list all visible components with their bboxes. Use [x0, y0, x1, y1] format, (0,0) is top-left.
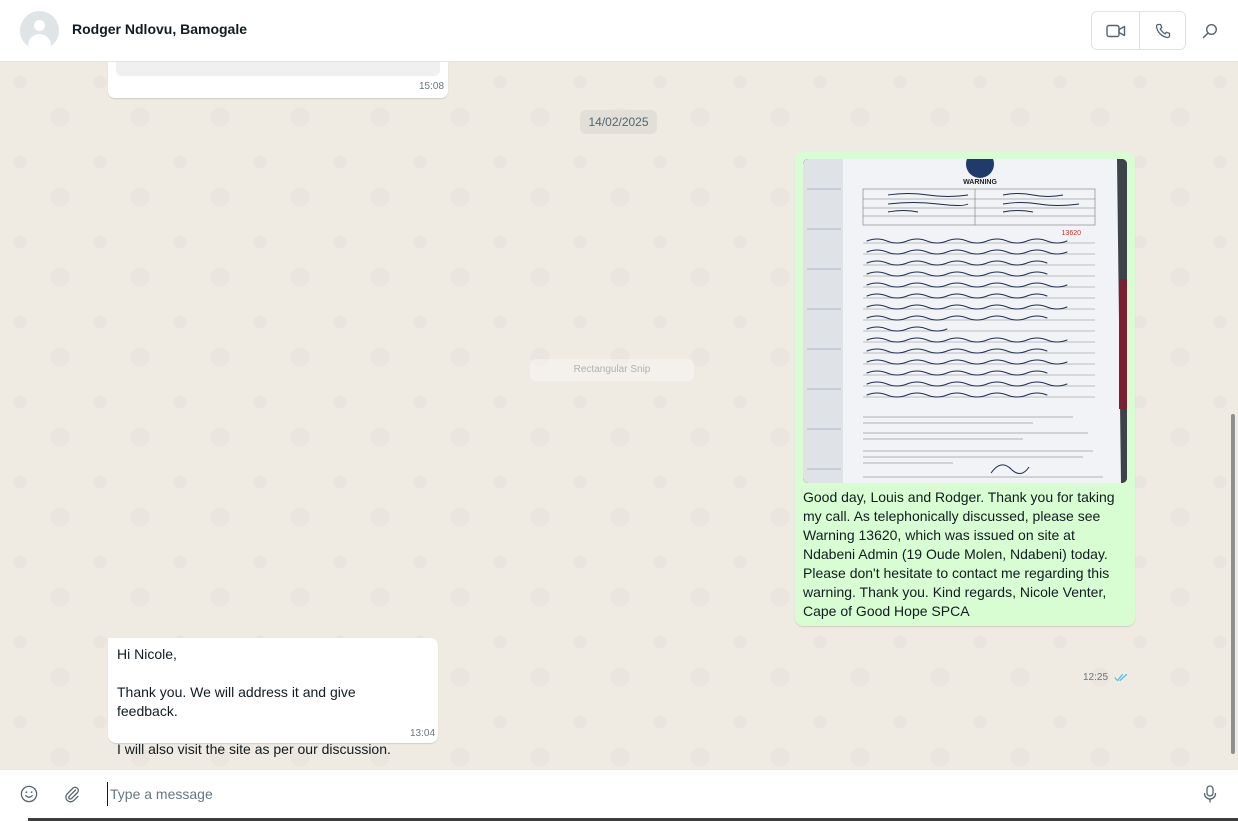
warning-number: 13620: [1062, 230, 1082, 237]
video-call-button[interactable]: [1092, 12, 1139, 49]
chat-title[interactable]: Rodger Ndlovu, Bamogale: [72, 21, 247, 37]
chat-scrollbar[interactable]: [1231, 414, 1235, 754]
paperclip-icon: [65, 786, 79, 803]
link-preview: [116, 62, 440, 76]
emoji-icon: [20, 785, 38, 803]
call-button-group: [1091, 11, 1186, 50]
message-composer: [0, 769, 1238, 821]
date-separator: 14/02/2025: [580, 110, 657, 134]
message-time: 12:25: [1083, 672, 1109, 683]
voice-message-button[interactable]: [1199, 783, 1221, 805]
snip-overlay-label: Rectangular Snip: [530, 359, 694, 381]
search-icon: [1202, 23, 1218, 39]
attach-button[interactable]: [61, 783, 83, 805]
emoji-button[interactable]: [18, 783, 40, 805]
video-call-icon: [1105, 24, 1125, 37]
double-check-icon: [1114, 673, 1128, 682]
message-text: Hi Nicole, Thank you. We will address it…: [117, 646, 391, 757]
chat-header: Rodger Ndlovu, Bamogale: [0, 0, 1238, 62]
warning-document-image: WARNING 13620: [803, 159, 1127, 483]
message-bubble-incoming-previous[interactable]: 15:08: [108, 62, 448, 98]
voice-call-button[interactable]: [1140, 12, 1186, 49]
message-bubble-outgoing[interactable]: WARNING 13620 Good day, Louis and Rodger…: [795, 152, 1135, 683]
message-list[interactable]: 15:08 14/02/2025 Rectangular Snip WARNIN…: [0, 62, 1238, 769]
message-time: 13:04: [410, 728, 436, 739]
message-text: Good day, Louis and Rodger. Thank you fo…: [803, 489, 1119, 619]
microphone-icon: [1203, 785, 1217, 803]
message-bubble-incoming[interactable]: Hi Nicole, Thank you. We will address it…: [108, 638, 438, 757]
phone-icon: [1155, 23, 1171, 38]
message-photo[interactable]: WARNING 13620: [803, 159, 1127, 483]
document-heading: WARNING: [963, 179, 997, 186]
search-button[interactable]: [1198, 20, 1222, 42]
message-time: 15:08: [419, 81, 445, 92]
message-input[interactable]: [107, 782, 1190, 806]
avatar[interactable]: [20, 11, 59, 50]
